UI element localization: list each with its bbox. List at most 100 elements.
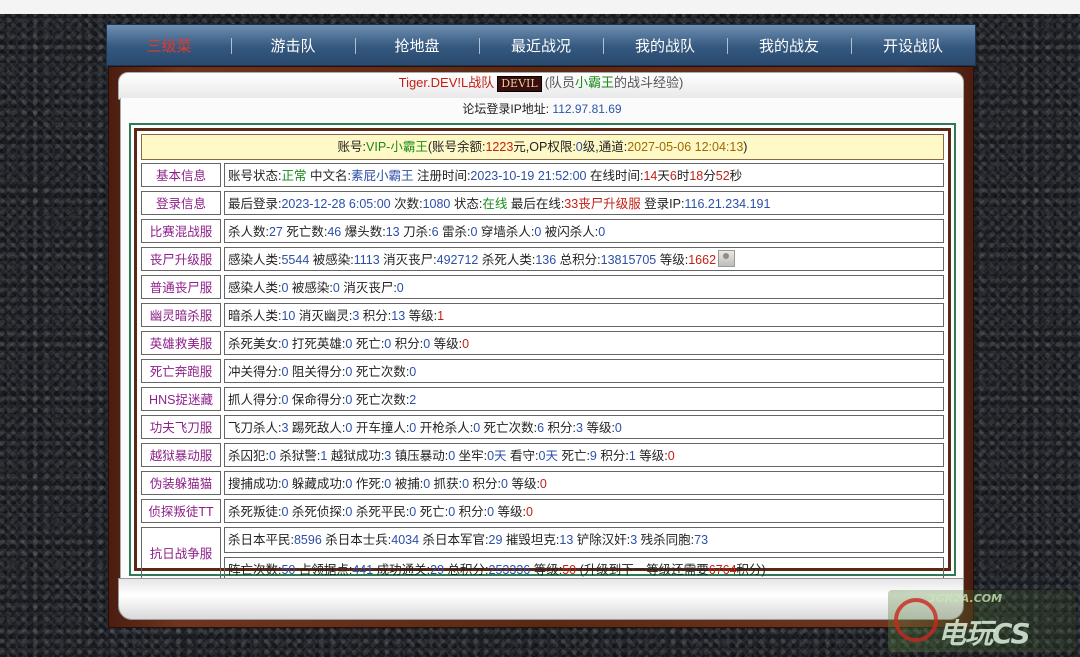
online-minutes: 18 xyxy=(689,169,704,183)
nav-item-my-team[interactable]: 我的战队 xyxy=(603,35,727,56)
stat-label: 杀死叛徒: xyxy=(228,505,282,519)
stat-label: 杀狱警: xyxy=(275,449,321,463)
nav-item-my-friends[interactable]: 我的战友 xyxy=(727,35,851,56)
server-label[interactable]: 幽灵暗杀服 xyxy=(141,303,221,327)
stat-label: 等级: xyxy=(582,421,615,435)
nav-item-recent-battles[interactable]: 最近战况 xyxy=(479,35,603,56)
stat-label: 总积分: xyxy=(444,563,489,577)
stat-label: 杀死平民: xyxy=(352,505,410,519)
nav-item-create-team[interactable]: 开设战队 xyxy=(851,35,975,56)
stat-label: 等级: xyxy=(656,253,689,267)
stat-value: 1113 xyxy=(353,253,380,267)
team-name[interactable]: Tiger.DEV!L xyxy=(399,75,469,90)
stat-label: 被感染: xyxy=(309,253,354,267)
server-label[interactable]: HNS捉迷藏 xyxy=(141,387,221,411)
server-label[interactable]: 英雄救美服 xyxy=(141,331,221,355)
server-stats: 搜捕成功:0 躲藏成功:0 作死:0 被捕:0 抓获:0 积分:0 等级:0 xyxy=(224,471,944,495)
state-value: 在线 xyxy=(482,197,508,211)
stat-value: 253336 xyxy=(488,563,531,577)
stat-label: 消灭幽灵: xyxy=(295,309,353,323)
stat-label: 摧毁坦克: xyxy=(502,533,560,547)
channel-expire: 2027-05-06 12:04:13 xyxy=(627,140,744,154)
stat-value: 13 xyxy=(391,309,406,323)
count-value: 1080 xyxy=(422,197,451,211)
stat-value: 0 xyxy=(539,477,547,491)
server-label[interactable]: 功夫飞刀服 xyxy=(141,415,221,439)
nav-item-territory[interactable]: 抢地盘 xyxy=(355,35,479,56)
server-label[interactable]: 侦探叛徒TT xyxy=(141,499,221,523)
stat-label: 杀死人类: xyxy=(478,253,536,267)
reg-label: 注册时间: xyxy=(413,169,471,183)
stat-label: 杀日本士兵: xyxy=(321,533,392,547)
stat-label: 抓获: xyxy=(430,477,463,491)
player-nickname: 小霸王 xyxy=(575,75,615,90)
stat-value: 0 xyxy=(598,225,606,239)
stat-value: 441 xyxy=(352,563,374,577)
stat-label: 死亡次数: xyxy=(352,393,410,407)
stat-label: 积分: xyxy=(391,337,424,351)
stat-label: 开枪杀人: xyxy=(416,421,474,435)
stat-value: 1 xyxy=(628,449,636,463)
stat-label: 作死: xyxy=(352,477,385,491)
stats-rows: 账号:VIP-小霸王(账号余额:1223元,OP权限:0级,通道:2027-05… xyxy=(141,134,944,587)
ip-label: 论坛登录IP地址: xyxy=(462,102,550,116)
team-logo: DEVIL xyxy=(497,75,542,92)
stat-value: 0 xyxy=(396,281,404,295)
server-label[interactable]: 丧尸升级服 xyxy=(141,247,221,271)
reg-value: 2023-10-19 21:52:00 xyxy=(470,169,587,183)
stat-label: 踢死敌人: xyxy=(288,421,346,435)
stat-value: 136 xyxy=(535,253,557,267)
unit: 时 xyxy=(676,169,690,183)
server-label[interactable]: 伪装躲猫猫 xyxy=(141,471,221,495)
stat-label: 雷杀: xyxy=(438,225,471,239)
login-info-row: 登录信息 最后登录:2023-12-28 6:05:00 次数:1080 状态:… xyxy=(141,191,944,215)
stat-value: 27 xyxy=(268,225,283,239)
stat-label: 保命得分: xyxy=(288,393,346,407)
team-suffix: 战队 xyxy=(468,75,495,90)
forum-ip-bar: 论坛登录IP地址: 112.97.81.69 xyxy=(120,98,964,120)
stat-value: 4034 xyxy=(391,533,420,547)
stat-label: 阵亡次数: xyxy=(228,563,282,577)
stats-panel: 账号:VIP-小霸王(账号余额:1223元,OP权限:0级,通道:2027-05… xyxy=(120,120,964,583)
row-label: 抗日战争服 xyxy=(141,527,221,579)
stat-value: 0 xyxy=(268,449,276,463)
balance-label: (账号余额: xyxy=(427,140,486,154)
stat-value: 13 xyxy=(385,225,400,239)
top-nav-bar: 三级菜 游击队 抢地盘 最近战况 我的战队 我的战友 开设战队 xyxy=(106,24,976,66)
status-label: 账号状态: xyxy=(228,169,282,183)
nav-item-guerrilla[interactable]: 游击队 xyxy=(231,35,355,56)
server-stats: 暗杀人类:10 消灭幽灵:3 积分:13 等级:1 xyxy=(224,303,944,327)
stat-label: 等级: xyxy=(494,505,527,519)
stat-label: 飞刀杀人: xyxy=(228,421,282,435)
nav-item-menu[interactable]: 三级菜 xyxy=(107,35,231,56)
row-label: 基本信息 xyxy=(141,163,221,187)
stat-value: 29 xyxy=(488,533,503,547)
stat-label: 阻关得分: xyxy=(288,365,346,379)
stat-label: 冲关得分: xyxy=(228,365,282,379)
stat-label: 占领据点: xyxy=(295,563,353,577)
stat-label: 爆头数: xyxy=(341,225,386,239)
stat-label: 抓人得分: xyxy=(228,393,282,407)
stat-label: 杀死美女: xyxy=(228,337,282,351)
online-days: 14 xyxy=(643,169,658,183)
stat-label: 坐牢: xyxy=(455,449,488,463)
server-label[interactable]: 越狱暴动服 xyxy=(141,443,221,467)
stat-label: 死亡次数: xyxy=(480,421,538,435)
server-label[interactable]: 普通丧尸服 xyxy=(141,275,221,299)
stat-value: 9 xyxy=(589,449,597,463)
server-label[interactable]: 比赛混战服 xyxy=(141,219,221,243)
account-close: ) xyxy=(743,140,748,154)
server-stats: 感染人类:5544 被感染:1113 消灭丧尸:492712 杀死人类:136 … xyxy=(224,247,944,271)
header-sub-prefix: (队员 xyxy=(544,75,576,90)
stat-value: 0 xyxy=(501,477,508,491)
stat-value: 13 xyxy=(559,533,574,547)
stat-value: 5544 xyxy=(281,253,310,267)
server-label[interactable]: 死亡奔跑服 xyxy=(141,359,221,383)
stat-label: 等级: xyxy=(430,337,463,351)
stat-value: 29 xyxy=(430,563,445,577)
server-stats: 飞刀杀人:3 踢死敌人:0 开车撞人:0 开枪杀人:0 死亡次数:6 积分:3 … xyxy=(224,415,944,439)
stat-label: 越狱成功: xyxy=(327,449,385,463)
unit: 秒 xyxy=(729,169,743,183)
stat-label: 死亡: xyxy=(416,505,449,519)
stat-value: 50 xyxy=(281,563,296,577)
